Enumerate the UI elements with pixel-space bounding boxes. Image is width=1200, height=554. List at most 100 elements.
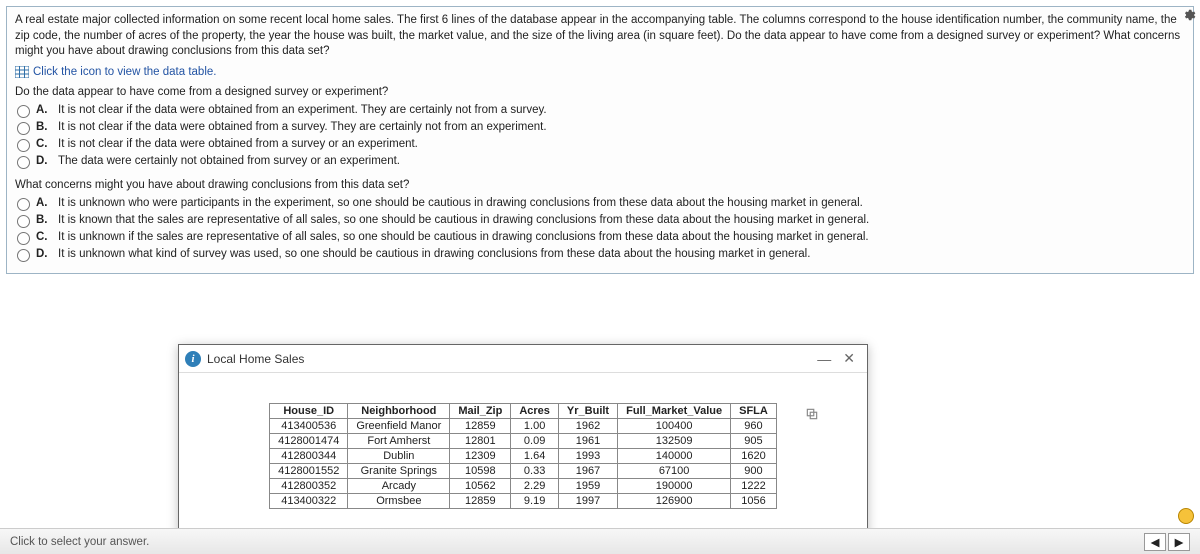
table-cell: 1997 [558, 494, 617, 509]
table-cell: 10562 [450, 479, 511, 494]
close-button[interactable]: ✕ [837, 350, 861, 367]
table-cell: 900 [731, 464, 777, 479]
option-letter: A. [36, 104, 52, 116]
table-header-cell: Acres [511, 404, 559, 419]
table-row: 4128001552Granite Springs105980.33196767… [270, 464, 777, 479]
q2-radio-b[interactable] [17, 215, 30, 228]
feedback-smiley-icon[interactable] [1178, 508, 1194, 524]
table-cell: 1222 [731, 479, 777, 494]
q1-option-a[interactable]: A. It is not clear if the data were obtai… [17, 104, 1185, 118]
table-cell: 960 [731, 419, 777, 434]
table-cell: 905 [731, 434, 777, 449]
table-cell: 10598 [450, 464, 511, 479]
q2-options: A. It is unknown who were participants in… [17, 197, 1185, 262]
option-text: It is unknown what kind of survey was us… [58, 248, 810, 260]
table-cell: Ormsbee [348, 494, 450, 509]
q1-radio-d[interactable] [17, 156, 30, 169]
table-cell: 12801 [450, 434, 511, 449]
q1-option-c[interactable]: C. It is not clear if the data were obtai… [17, 138, 1185, 152]
option-text: It is unknown if the sales are represent… [58, 231, 869, 243]
table-row: 412800352Arcady105622.2919591900001222 [270, 479, 777, 494]
table-cell: 1056 [731, 494, 777, 509]
table-cell: 12859 [450, 494, 511, 509]
table-cell: Greenfield Manor [348, 419, 450, 434]
table-cell: 132509 [618, 434, 731, 449]
view-data-table-link[interactable]: Click the icon to view the data table. [15, 66, 1185, 78]
table-cell: Fort Amherst [348, 434, 450, 449]
table-cell: 1620 [731, 449, 777, 464]
table-header-cell: SFLA [731, 404, 777, 419]
option-text: It is known that the sales are represent… [58, 214, 869, 226]
table-cell: 412800344 [270, 449, 348, 464]
dialog-body: House_IDNeighborhoodMail_ZipAcresYr_Buil… [179, 373, 867, 519]
minimize-button[interactable]: — [811, 351, 837, 367]
q2-option-a[interactable]: A. It is unknown who were participants in… [17, 197, 1185, 211]
table-header-cell: Neighborhood [348, 404, 450, 419]
option-letter: B. [36, 121, 52, 133]
table-cell: 100400 [618, 419, 731, 434]
table-cell: 412800352 [270, 479, 348, 494]
option-text: The data were certainly not obtained fro… [58, 155, 400, 167]
table-cell: 1993 [558, 449, 617, 464]
table-cell: 0.09 [511, 434, 559, 449]
table-header-cell: House_ID [270, 404, 348, 419]
table-cell: 126900 [618, 494, 731, 509]
table-cell: 4128001552 [270, 464, 348, 479]
data-table: House_IDNeighborhoodMail_ZipAcresYr_Buil… [269, 403, 777, 509]
settings-area [1182, 8, 1196, 25]
option-letter: D. [36, 155, 52, 167]
option-text: It is not clear if the data were obtaine… [58, 138, 418, 150]
option-letter: C. [36, 138, 52, 150]
table-cell: 413400536 [270, 419, 348, 434]
option-letter: C. [36, 231, 52, 243]
view-data-table-label: Click the icon to view the data table. [33, 66, 216, 78]
table-row: 413400322Ormsbee128599.1919971269001056 [270, 494, 777, 509]
copy-icon[interactable] [805, 407, 819, 424]
q1-radio-a[interactable] [17, 105, 30, 118]
footer-bar: Click to select your answer. ◀ ▶ [0, 528, 1200, 554]
table-cell: 2.29 [511, 479, 559, 494]
info-icon: i [185, 351, 201, 367]
q1-radio-b[interactable] [17, 122, 30, 135]
option-letter: A. [36, 197, 52, 209]
table-cell: 0.33 [511, 464, 559, 479]
table-cell: 9.19 [511, 494, 559, 509]
q2-option-b[interactable]: B. It is known that the sales are represe… [17, 214, 1185, 228]
table-header-cell: Full_Market_Value [618, 404, 731, 419]
q2-option-d[interactable]: D. It is unknown what kind of survey was … [17, 248, 1185, 262]
q1-radio-c[interactable] [17, 139, 30, 152]
q1-option-b[interactable]: B.It is not clear if the data were obtai… [17, 121, 1185, 135]
table-cell: 140000 [618, 449, 731, 464]
table-cell: 1.64 [511, 449, 559, 464]
q1-options: A. It is not clear if the data were obtai… [17, 104, 1185, 169]
option-letter: D. [36, 248, 52, 260]
table-cell: 1.00 [511, 419, 559, 434]
table-header-cell: Mail_Zip [450, 404, 511, 419]
table-icon [15, 66, 29, 78]
footer-hint: Click to select your answer. [10, 536, 149, 548]
q2-radio-d[interactable] [17, 249, 30, 262]
option-letter: B. [36, 214, 52, 226]
q2-option-c[interactable]: C. It is unknown if the sales are represe… [17, 231, 1185, 245]
dialog-title: Local Home Sales [207, 352, 811, 366]
table-cell: Arcady [348, 479, 450, 494]
q2-prompt: What concerns might you have about drawi… [15, 179, 1185, 191]
option-text: It is unknown who were participants in t… [58, 197, 863, 209]
option-text: It is not clear if the data were obtaine… [58, 104, 547, 116]
table-cell: 4128001474 [270, 434, 348, 449]
table-cell: 12309 [450, 449, 511, 464]
dialog-header: i Local Home Sales — ✕ [179, 345, 867, 373]
table-row: 412800344Dublin123091.6419931400001620 [270, 449, 777, 464]
table-cell: 190000 [618, 479, 731, 494]
q1-option-d[interactable]: D. The data were certainly not obtained f… [17, 155, 1185, 169]
table-cell: 1962 [558, 419, 617, 434]
q2-radio-c[interactable] [17, 232, 30, 245]
table-cell: 67100 [618, 464, 731, 479]
table-cell: 413400322 [270, 494, 348, 509]
table-row: 413400536Greenfield Manor128591.00196210… [270, 419, 777, 434]
table-header-cell: Yr_Built [558, 404, 617, 419]
table-cell: 12859 [450, 419, 511, 434]
question-container: A real estate major collected informatio… [6, 6, 1194, 274]
q2-radio-a[interactable] [17, 198, 30, 211]
gear-icon[interactable] [1182, 13, 1196, 25]
